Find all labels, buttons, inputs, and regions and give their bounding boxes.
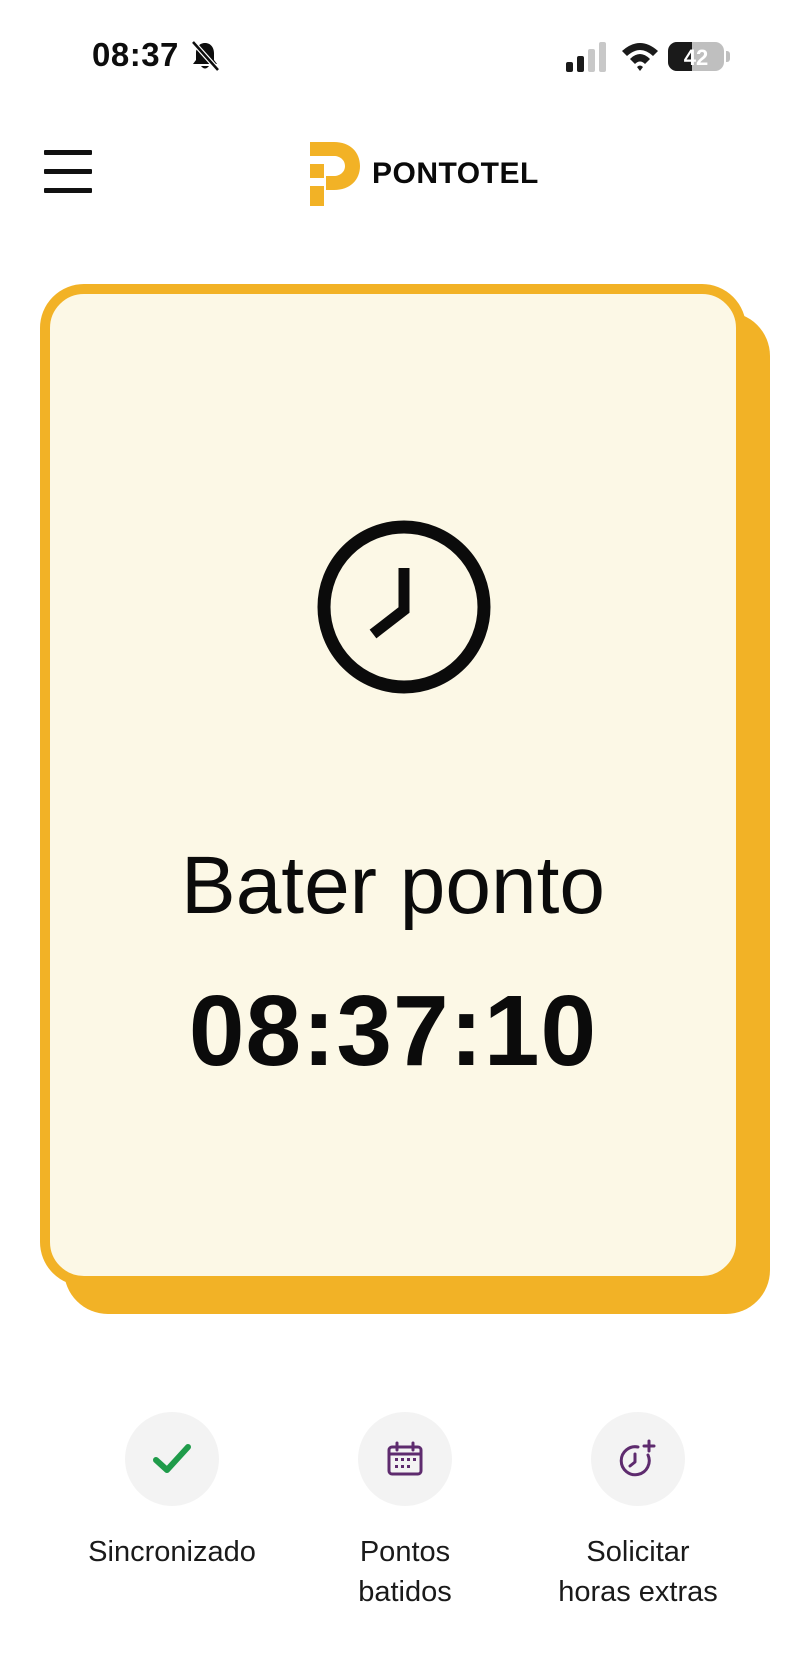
- pontotel-logo: PONTOTEL: [306, 142, 539, 206]
- logo-text: PONTOTEL: [372, 157, 539, 190]
- battery-cap: [726, 51, 730, 62]
- pontos-batidos-circle: [358, 1412, 452, 1506]
- horas-extras-label-line1: Solicitar: [586, 1536, 690, 1568]
- status-time: 08:37: [92, 36, 179, 73]
- sincronizado-label: Sincronizado: [88, 1536, 256, 1568]
- pontos-batidos-label-line1: Pontos: [359, 1536, 451, 1568]
- app-screen: 08:37 42 PONTOTEL Bater ponto 08:37:10 S…: [0, 0, 800, 1670]
- bell-off-icon: [191, 40, 220, 72]
- clock-plus-icon: [619, 1439, 656, 1477]
- current-time: 08:37:10: [188, 975, 598, 1087]
- pontos-batidos-button[interactable]: Pontos batidos: [285, 1412, 525, 1612]
- sincronizado-button[interactable]: Sincronizado: [52, 1412, 292, 1572]
- battery-level: 42: [683, 45, 709, 70]
- pontos-batidos-label-line2: batidos: [358, 1576, 452, 1608]
- logo-mark-icon: [310, 142, 360, 206]
- check-icon: [153, 1444, 191, 1473]
- pontos-batidos-label: Pontos batidos: [285, 1532, 525, 1612]
- battery-icon: 42: [668, 42, 724, 71]
- horas-extras-circle: [591, 1412, 685, 1506]
- wifi-icon: [622, 43, 658, 71]
- horas-extras-label-line2: horas extras: [558, 1576, 718, 1608]
- signal-icon: [566, 42, 606, 72]
- solicitar-horas-extras-button[interactable]: Solicitar horas extras: [518, 1412, 758, 1612]
- status-bar: 08:37 42: [0, 0, 800, 115]
- bater-ponto-card[interactable]: Bater ponto 08:37:10: [40, 284, 746, 1286]
- clock-icon: [317, 520, 491, 694]
- calendar-icon: [387, 1441, 423, 1476]
- hamburger-menu-icon[interactable]: [44, 148, 94, 198]
- horas-extras-label: Solicitar horas extras: [518, 1532, 758, 1612]
- sync-status-circle: [125, 1412, 219, 1506]
- card-title: Bater ponto: [181, 840, 605, 931]
